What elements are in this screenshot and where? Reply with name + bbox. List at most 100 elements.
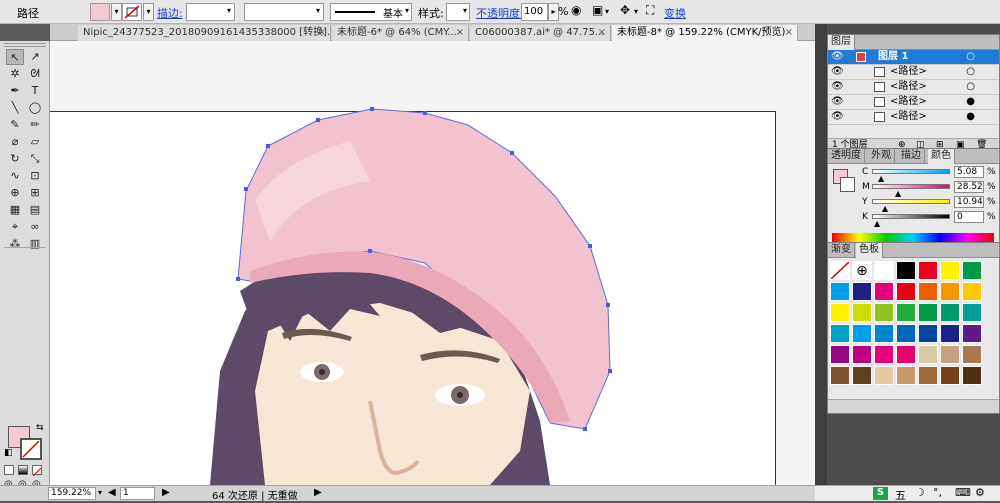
document-tab-active[interactable]: 未标题-8* @ 159.22% (CMYK/预览) × <box>612 25 798 41</box>
color-swatch[interactable] <box>830 303 850 322</box>
stroke-color-indicator[interactable] <box>20 438 42 460</box>
column-graph-tool-icon[interactable]: ▥ <box>26 236 44 252</box>
color-swatch[interactable] <box>896 303 916 322</box>
punctuation-icon[interactable]: °, <box>933 486 942 499</box>
tab-color[interactable]: 颜色 <box>928 149 955 164</box>
gradient-mode-icon[interactable] <box>18 465 28 475</box>
color-swatch[interactable] <box>940 324 960 343</box>
toolbox-grip[interactable] <box>4 43 46 47</box>
free-transform-tool-icon[interactable]: ⊡ <box>26 168 44 184</box>
channel-value-input[interactable]: 10.94 <box>954 196 984 208</box>
warp-tool-icon[interactable]: ∿ <box>6 168 24 184</box>
shape-builder-tool-icon[interactable]: ⊕ <box>6 185 24 201</box>
blob-brush-tool-icon[interactable]: ⌀ <box>6 134 24 150</box>
color-swatch[interactable] <box>896 345 916 364</box>
transform-icon[interactable]: ⛶ <box>646 3 654 18</box>
color-swatch[interactable] <box>874 282 894 301</box>
color-swatch[interactable] <box>896 366 916 385</box>
keyboard-icon[interactable]: ⌨ <box>955 486 971 499</box>
selection-tool-icon[interactable]: ↖ <box>6 49 24 65</box>
tab-gradient[interactable]: 渐变 <box>828 243 855 258</box>
fill-dropdown-arrow[interactable]: ▾ <box>111 3 122 21</box>
color-swatch[interactable] <box>940 345 960 364</box>
color-swatch[interactable] <box>962 324 982 343</box>
brush-definition-field[interactable]: 基本 ▾ <box>330 3 412 21</box>
target-icon[interactable]: ○ <box>966 50 975 64</box>
moon-icon[interactable]: ☽ <box>915 486 925 499</box>
target-icon[interactable]: ○ <box>966 65 975 79</box>
align-icon[interactable]: ▣ <box>592 3 603 17</box>
color-swatch[interactable] <box>918 303 938 322</box>
ellipse-tool-icon[interactable]: ◯ <box>26 100 44 116</box>
color-swatch[interactable] <box>962 366 982 385</box>
slider-thumb-icon[interactable]: ▲ <box>874 217 880 231</box>
channel-value-input[interactable]: 5.08 <box>954 166 984 178</box>
line-tool-icon[interactable]: ╲ <box>6 100 24 116</box>
color-swatch[interactable] <box>830 282 850 301</box>
illustration-woman-beret[interactable] <box>50 41 815 485</box>
color-swatch[interactable] <box>940 282 960 301</box>
mesh-tool-icon[interactable]: ▦ <box>6 202 24 218</box>
color-swatch[interactable] <box>874 345 894 364</box>
target-icon[interactable]: ○ <box>966 80 975 94</box>
eye-icon[interactable]: 👁 <box>831 65 844 79</box>
tab-stroke[interactable]: 描边 <box>898 149 925 164</box>
paintbrush-tool-icon[interactable]: ✎ <box>6 117 24 133</box>
none-swatch[interactable] <box>830 261 850 280</box>
pencil-tool-icon[interactable]: ✏ <box>26 117 44 133</box>
color-swatch[interactable] <box>962 345 982 364</box>
opacity-label[interactable]: 不透明度: <box>476 5 524 21</box>
close-icon[interactable]: × <box>318 25 326 40</box>
channel-slider[interactable] <box>872 184 950 189</box>
close-icon[interactable]: × <box>785 25 793 40</box>
eye-icon[interactable]: 👁 <box>831 50 844 64</box>
next-artboard-icon[interactable]: ▶ <box>162 487 170 498</box>
perspective-tool-icon[interactable]: ⊞ <box>26 185 44 201</box>
direct-selection-tool-icon[interactable]: ↗ <box>26 49 44 65</box>
color-swatch[interactable] <box>962 303 982 322</box>
path-name[interactable]: <路径> <box>890 95 927 109</box>
target-icon[interactable]: ● <box>966 95 975 109</box>
color-mode-icon[interactable] <box>4 465 14 475</box>
default-colors-icon[interactable]: ◧ <box>4 448 13 458</box>
stroke-weight-label[interactable]: 描边: <box>157 5 183 21</box>
rotate-tool-icon[interactable]: ↻ <box>6 151 24 167</box>
color-swatch[interactable] <box>896 324 916 343</box>
graphic-style-swatch[interactable]: ▾ <box>446 3 470 21</box>
opacity-input[interactable]: 100 <box>521 3 548 21</box>
color-swatch[interactable] <box>918 345 938 364</box>
path-name[interactable]: <路径> <box>890 110 927 124</box>
swap-colors-icon[interactable]: ⇆ <box>36 423 44 433</box>
tab-appearance[interactable]: 外观 <box>868 149 895 164</box>
tab-layers[interactable]: 图层 <box>828 35 855 50</box>
color-swatch[interactable] <box>874 261 894 280</box>
stroke-weight-field[interactable]: ▾ <box>186 3 235 21</box>
sublayer-row[interactable]: 👁 <路径> ● <box>828 110 999 125</box>
document-tab[interactable]: Nipic_24377523_20180909161435338000 [转换]… <box>78 25 331 41</box>
document-canvas[interactable] <box>50 41 815 485</box>
path-name[interactable]: <路径> <box>890 80 927 94</box>
color-swatch[interactable] <box>874 324 894 343</box>
color-swatch[interactable] <box>896 282 916 301</box>
color-swatch[interactable] <box>874 303 894 322</box>
registration-swatch[interactable]: ⊕ <box>852 261 872 280</box>
sublayer-row[interactable]: 👁 <路径> ○ <box>828 80 999 95</box>
color-swatch[interactable] <box>962 261 982 280</box>
target-icon[interactable]: ● <box>966 110 975 124</box>
symbol-sprayer-tool-icon[interactable]: ⁂ <box>6 236 24 252</box>
stroke-dropdown-arrow[interactable]: ▾ <box>143 3 154 21</box>
panel-collapse-strip[interactable] <box>815 24 827 485</box>
none-mode-icon[interactable] <box>32 465 42 477</box>
color-swatch[interactable] <box>852 282 872 301</box>
close-icon[interactable]: × <box>456 25 464 40</box>
color-swatch[interactable] <box>830 366 850 385</box>
magic-wand-tool-icon[interactable]: ✲ <box>6 66 24 82</box>
first-artboard-icon[interactable]: ◀ <box>108 487 116 498</box>
close-icon[interactable]: × <box>598 25 606 40</box>
color-swatch[interactable] <box>940 366 960 385</box>
sogou-input-icon[interactable]: S <box>873 487 888 500</box>
color-swatch[interactable] <box>896 261 916 280</box>
chevron-down-icon[interactable]: ▾ <box>605 7 609 16</box>
eyedropper-tool-icon[interactable]: ⌖ <box>6 219 24 235</box>
color-swatch[interactable] <box>830 345 850 364</box>
